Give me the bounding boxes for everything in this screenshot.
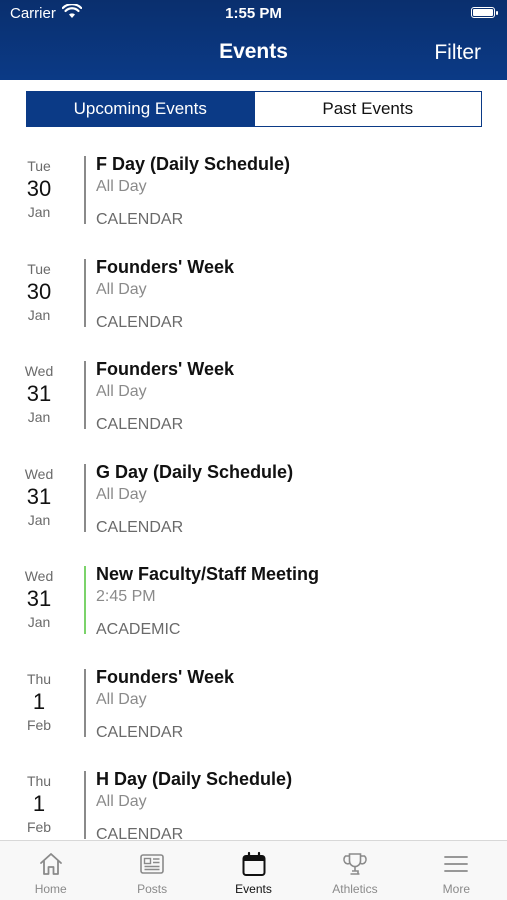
- event-time: All Day: [96, 485, 147, 503]
- event-weekday: Tue: [27, 158, 51, 174]
- event-date: Wed 31 Jan: [0, 362, 78, 426]
- event-row[interactable]: Thu 1 Feb H Day (Daily Schedule) All Day…: [0, 767, 507, 840]
- event-category-bar: [84, 156, 86, 224]
- menu-icon: [444, 856, 469, 872]
- event-time: All Day: [96, 793, 147, 810]
- tab-label: Posts: [137, 882, 168, 896]
- tab-athletics[interactable]: Athletics: [304, 841, 405, 900]
- event-title: Founders' Week: [96, 256, 234, 277]
- event-row[interactable]: Tue 30 Jan F Day (Daily Schedule) All Da…: [0, 152, 507, 255]
- event-row[interactable]: Wed 31 Jan Founders' Week All Day CALEND…: [0, 357, 507, 460]
- event-time: All Day: [96, 690, 147, 708]
- event-weekday: Thu: [26, 670, 52, 687]
- event-title: H Day (Daily Schedule): [96, 769, 293, 789]
- filter-button[interactable]: Filter: [434, 41, 481, 65]
- tab-past-events[interactable]: Past Events: [253, 92, 481, 126]
- event-month: Jan: [27, 614, 51, 630]
- calendar-icon: [242, 851, 266, 876]
- event-category-bar: [84, 668, 86, 737]
- event-title: New Faculty/Staff Meeting: [96, 564, 320, 584]
- tab-posts[interactable]: Posts: [101, 841, 202, 900]
- event-day: 31: [26, 586, 52, 611]
- event-weekday: Wed: [24, 465, 54, 482]
- event-time: All Day: [96, 178, 147, 195]
- battery-icon: [471, 7, 498, 18]
- event-row[interactable]: Tue 30 Jan Founders' Week All Day CALEND…: [0, 255, 507, 358]
- event-day: 1: [32, 791, 46, 816]
- event-month: Jan: [27, 306, 51, 323]
- tab-label: Athletics: [332, 882, 378, 896]
- status-time: 1:55 PM: [225, 5, 282, 22]
- event-category: CALENDAR: [96, 826, 184, 840]
- event-category-bar: [84, 463, 86, 532]
- events-list: Tue 30 Jan F Day (Daily Schedule) All Da…: [0, 152, 507, 840]
- event-category-bar: [84, 258, 86, 327]
- event-day: 1: [32, 688, 46, 714]
- event-month: Jan: [27, 204, 51, 220]
- event-row[interactable]: Wed 31 Jan G Day (Daily Schedule) All Da…: [0, 460, 507, 563]
- event-title: Founders' Week: [96, 666, 234, 687]
- tab-upcoming-events[interactable]: Upcoming Events: [27, 92, 254, 126]
- event-month: Feb: [26, 716, 52, 733]
- trophy-icon: [343, 853, 367, 875]
- event-date: Tue 30 Jan: [0, 260, 78, 324]
- tab-home[interactable]: Home: [0, 841, 101, 900]
- tab-label: Home: [34, 882, 67, 896]
- event-date: Thu 1 Feb: [0, 670, 78, 734]
- event-date: Thu 1 Feb: [0, 772, 78, 836]
- event-day: 31: [26, 483, 52, 509]
- tab-bar: Home Posts Events Athletics More: [0, 840, 507, 900]
- event-weekday: Thu: [26, 773, 52, 789]
- event-title: G Day (Daily Schedule): [96, 461, 294, 482]
- event-day: 30: [26, 278, 52, 304]
- tab-more[interactable]: More: [406, 841, 507, 900]
- tab-events[interactable]: Events: [203, 841, 304, 900]
- event-category-bar: [84, 361, 86, 429]
- event-time: All Day: [96, 280, 147, 298]
- event-weekday: Wed: [24, 568, 54, 584]
- event-row[interactable]: Thu 1 Feb Founders' Week All Day CALENDA…: [0, 665, 507, 768]
- event-month: Feb: [26, 819, 52, 835]
- event-category: CALENDAR: [96, 723, 184, 741]
- event-title: F Day (Daily Schedule): [96, 154, 291, 174]
- event-weekday: Wed: [24, 363, 54, 379]
- home-icon: [39, 853, 62, 875]
- events-segmented-control: Upcoming Events Past Events: [26, 91, 482, 127]
- event-title: Founders' Week: [96, 359, 234, 379]
- newspaper-icon: [140, 854, 164, 874]
- event-category: CALENDAR: [96, 313, 184, 331]
- event-day: 31: [26, 381, 52, 406]
- event-date: Wed 31 Jan: [0, 567, 78, 631]
- header: Carrier 1:55 PM Events Filter: [0, 0, 507, 80]
- event-month: Jan: [27, 409, 51, 425]
- tab-label: Events: [235, 882, 272, 896]
- event-weekday: Tue: [27, 260, 51, 277]
- event-category: ACADEMIC: [96, 621, 181, 638]
- event-category: CALENDAR: [96, 416, 184, 433]
- event-row[interactable]: Wed 31 Jan New Faculty/Staff Meeting 2:4…: [0, 562, 507, 665]
- event-date: Tue 30 Jan: [0, 157, 78, 221]
- event-category: CALENDAR: [96, 211, 184, 228]
- event-month: Jan: [27, 511, 51, 528]
- event-day: 30: [26, 176, 52, 201]
- tab-label: More: [442, 882, 470, 896]
- status-bar: Carrier 1:55 PM: [0, 0, 507, 28]
- page-title: Events: [219, 40, 288, 63]
- event-date: Wed 31 Jan: [0, 465, 78, 529]
- event-category: CALENDAR: [96, 518, 184, 536]
- event-time: All Day: [96, 383, 147, 400]
- event-time: 2:45 PM: [96, 588, 156, 605]
- event-category-bar: [84, 566, 86, 634]
- event-category-bar: [84, 771, 86, 839]
